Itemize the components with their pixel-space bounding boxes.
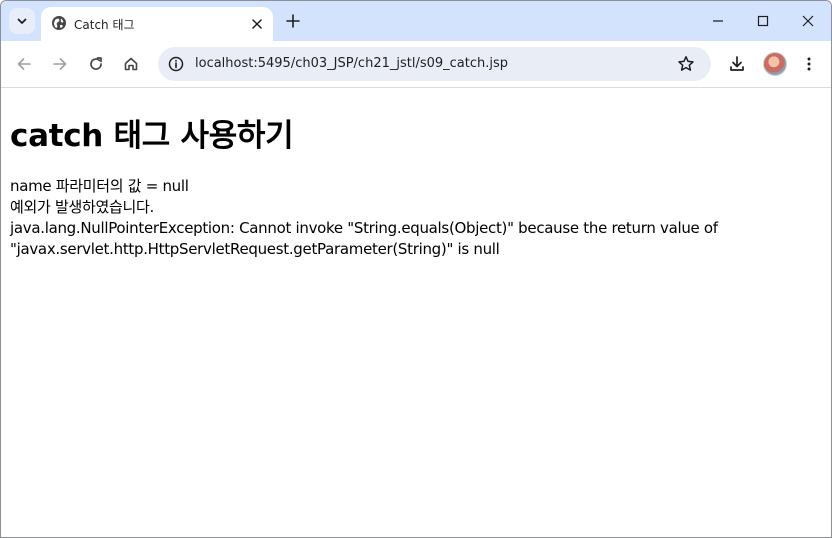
close-icon <box>252 19 262 29</box>
toolbar: localhost:5495/ch03_JSP/ch21_jstl/s09_ca… <box>1 41 831 88</box>
exception-message-line: 예외가 발생하였습니다. <box>10 198 154 216</box>
home-icon <box>124 57 138 71</box>
downloads-button[interactable] <box>723 50 751 78</box>
tab-search-button[interactable] <box>9 8 35 34</box>
plus-icon <box>286 14 300 28</box>
page-output: name 파라미터의 값 = null 예외가 발생하였습니다. java.la… <box>10 176 730 260</box>
tab-title: Catch 태그 <box>74 18 135 32</box>
close-window-button[interactable] <box>793 7 823 35</box>
minimize-icon <box>713 20 723 22</box>
download-icon <box>730 56 744 71</box>
forward-button[interactable] <box>46 50 74 78</box>
star-icon <box>678 56 694 71</box>
more-vertical-icon <box>807 57 811 71</box>
info-icon <box>168 56 184 72</box>
chevron-down-icon <box>17 18 27 24</box>
site-info-button[interactable] <box>164 52 188 76</box>
globe-icon <box>52 16 66 30</box>
menu-button[interactable] <box>795 50 823 78</box>
param-value-line: name 파라미터의 값 = null <box>10 177 189 195</box>
maximize-icon <box>757 15 769 27</box>
new-tab-button[interactable] <box>281 9 305 33</box>
reload-icon <box>90 57 102 70</box>
exception-detail-line-2: "javax.servlet.http.HttpServletRequest.g… <box>10 240 500 258</box>
tab-active[interactable]: Catch 태그 <box>41 7 273 41</box>
address-bar[interactable]: localhost:5495/ch03_JSP/ch21_jstl/s09_ca… <box>158 47 711 81</box>
url-text[interactable]: localhost:5495/ch03_JSP/ch21_jstl/s09_ca… <box>195 56 508 71</box>
tab-strip: Catch 태그 <box>1 1 831 41</box>
arrow-right-icon <box>53 58 67 70</box>
bookmark-button[interactable] <box>674 52 698 76</box>
back-button[interactable] <box>10 50 38 78</box>
exception-detail-line: java.lang.NullPointerException: Cannot i… <box>10 219 718 237</box>
tab-close-button[interactable] <box>247 14 267 34</box>
close-icon <box>802 15 814 27</box>
page-title: catch 태그 사용하기 <box>10 118 294 154</box>
home-button[interactable] <box>117 50 145 78</box>
profile-avatar[interactable] <box>763 52 787 76</box>
page-content: catch 태그 사용하기 name 파라미터의 값 = null 예외가 발생… <box>1 88 831 537</box>
maximize-button[interactable] <box>748 7 778 35</box>
minimize-button[interactable] <box>703 7 733 35</box>
browser-window: Catch 태그 localhost:5495/ch03_JSP/ch21_js… <box>0 0 832 538</box>
arrow-left-icon <box>17 58 31 70</box>
reload-button[interactable] <box>82 50 110 78</box>
